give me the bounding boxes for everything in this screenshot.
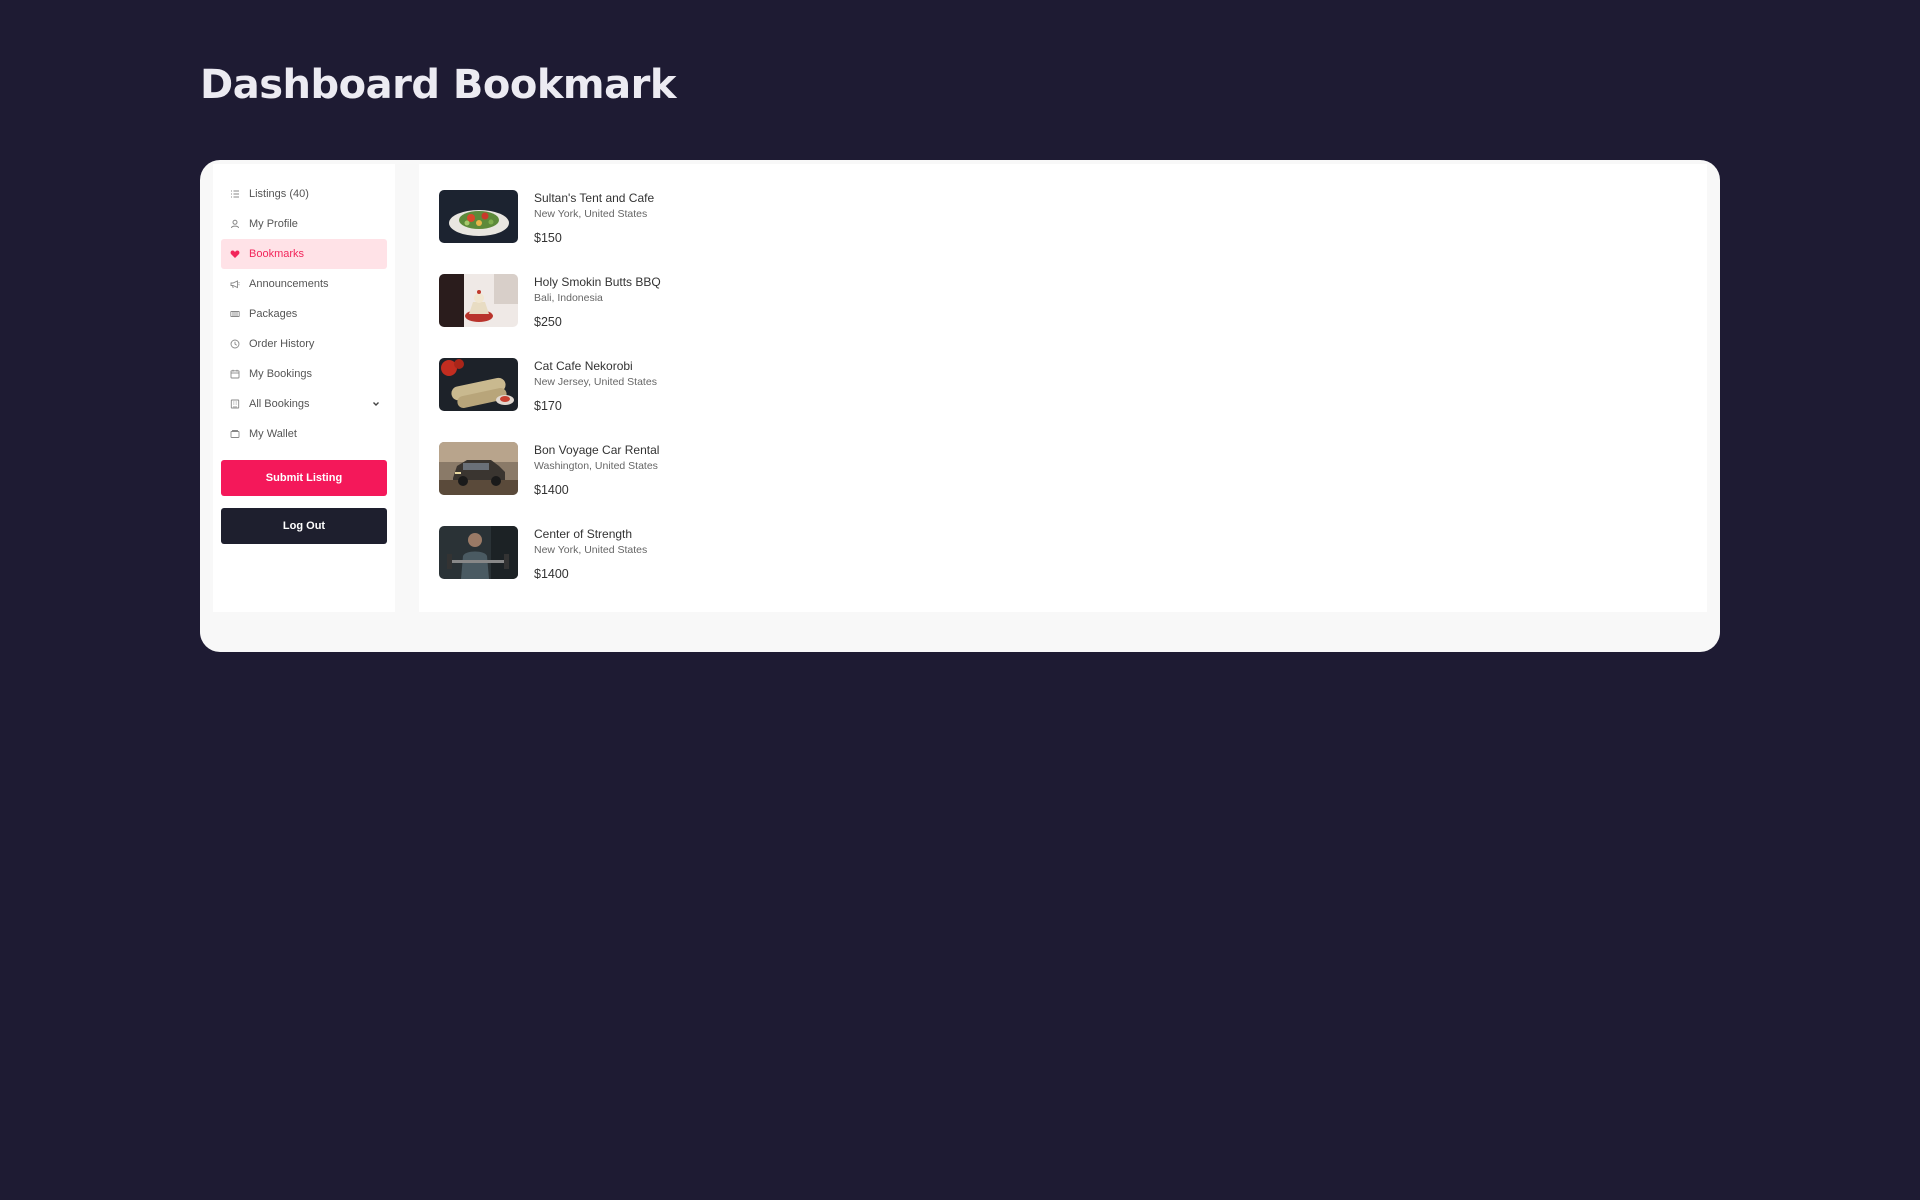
listing-price: $1400 xyxy=(534,483,569,497)
sidebar-item-order-history[interactable]: Order History xyxy=(221,329,387,359)
package-icon xyxy=(228,307,242,321)
heart-icon xyxy=(228,247,242,261)
sidebar-item-my-wallet[interactable]: My Wallet xyxy=(221,419,387,449)
list-item[interactable]: Cat Cafe Nekorobi New Jersey, United Sta… xyxy=(439,357,1039,417)
listing-title[interactable]: Cat Cafe Nekorobi xyxy=(534,359,633,373)
gym-man-image[interactable] xyxy=(439,526,518,579)
list-item[interactable]: Holy Smokin Butts BBQ Bali, Indonesia $2… xyxy=(439,273,1039,333)
sidebar-item-bookmarks[interactable]: Bookmarks xyxy=(221,239,387,269)
sidebar-item-label: Announcements xyxy=(249,278,329,290)
list-item[interactable]: Sultan's Tent and Cafe New York, United … xyxy=(439,189,1039,249)
listing-location: Washington, United States xyxy=(534,460,658,472)
listing-location: Bali, Indonesia xyxy=(534,292,603,304)
listing-price: $170 xyxy=(534,399,562,413)
log-out-button[interactable]: Log Out xyxy=(221,508,387,544)
listing-price: $150 xyxy=(534,231,562,245)
listing-title[interactable]: Center of Strength xyxy=(534,527,632,541)
listing-location: New York, United States xyxy=(534,208,648,220)
calendar-icon xyxy=(228,367,242,381)
listing-location: New York, United States xyxy=(534,544,648,556)
page-title: Dashboard Bookmark xyxy=(200,62,676,108)
listing-title[interactable]: Holy Smokin Butts BBQ xyxy=(534,275,661,289)
chevron-down-icon[interactable] xyxy=(371,399,381,409)
list-item[interactable]: Center of Strength New York, United Stat… xyxy=(439,525,1039,585)
list-icon xyxy=(228,187,242,201)
listing-location: New Jersey, United States xyxy=(534,376,657,388)
user-icon xyxy=(228,217,242,231)
wraps-image[interactable] xyxy=(439,358,518,411)
listing-price: $1400 xyxy=(534,567,569,581)
sidebar-item-label: My Wallet xyxy=(249,428,297,440)
listing-title[interactable]: Bon Voyage Car Rental xyxy=(534,443,659,457)
submit-listing-button[interactable]: Submit Listing xyxy=(221,460,387,496)
sidebar-item-label: Bookmarks xyxy=(249,248,305,260)
sidebar-item-my-bookings[interactable]: My Bookings xyxy=(221,359,387,389)
list-item[interactable]: Bon Voyage Car Rental Washington, United… xyxy=(439,441,1039,501)
dessert-image[interactable] xyxy=(439,274,518,327)
building-icon xyxy=(228,397,242,411)
sidebar-item-packages[interactable]: Packages xyxy=(221,299,387,329)
listing-title[interactable]: Sultan's Tent and Cafe xyxy=(534,191,654,205)
sidebar-item-label: My Bookings xyxy=(249,368,312,380)
sidebar-item-label: My Profile xyxy=(249,218,298,230)
sidebar-item-label: Listings (40) xyxy=(249,188,309,200)
sidebar-item-listings[interactable]: Listings (40) xyxy=(221,179,387,209)
sidebar-item-all-bookings[interactable]: All Bookings xyxy=(221,389,387,419)
listing-price: $250 xyxy=(534,315,562,329)
megaphone-icon xyxy=(228,277,242,291)
sidebar: Listings (40) My Profile Bookmarks Annou… xyxy=(213,164,395,612)
sidebar-item-my-profile[interactable]: My Profile xyxy=(221,209,387,239)
sidebar-item-label: Order History xyxy=(249,338,315,350)
bookmarks-list: Sultan's Tent and Cafe New York, United … xyxy=(419,164,1707,612)
wallet-icon xyxy=(228,427,242,441)
sidebar-item-label: All Bookings xyxy=(249,398,310,410)
salad-plate-image[interactable] xyxy=(439,190,518,243)
sidebar-item-label: Packages xyxy=(249,308,298,320)
sidebar-item-announcements[interactable]: Announcements xyxy=(221,269,387,299)
clock-icon xyxy=(228,337,242,351)
suv-car-image[interactable] xyxy=(439,442,518,495)
dashboard-card: Listings (40) My Profile Bookmarks Annou… xyxy=(200,160,1720,652)
